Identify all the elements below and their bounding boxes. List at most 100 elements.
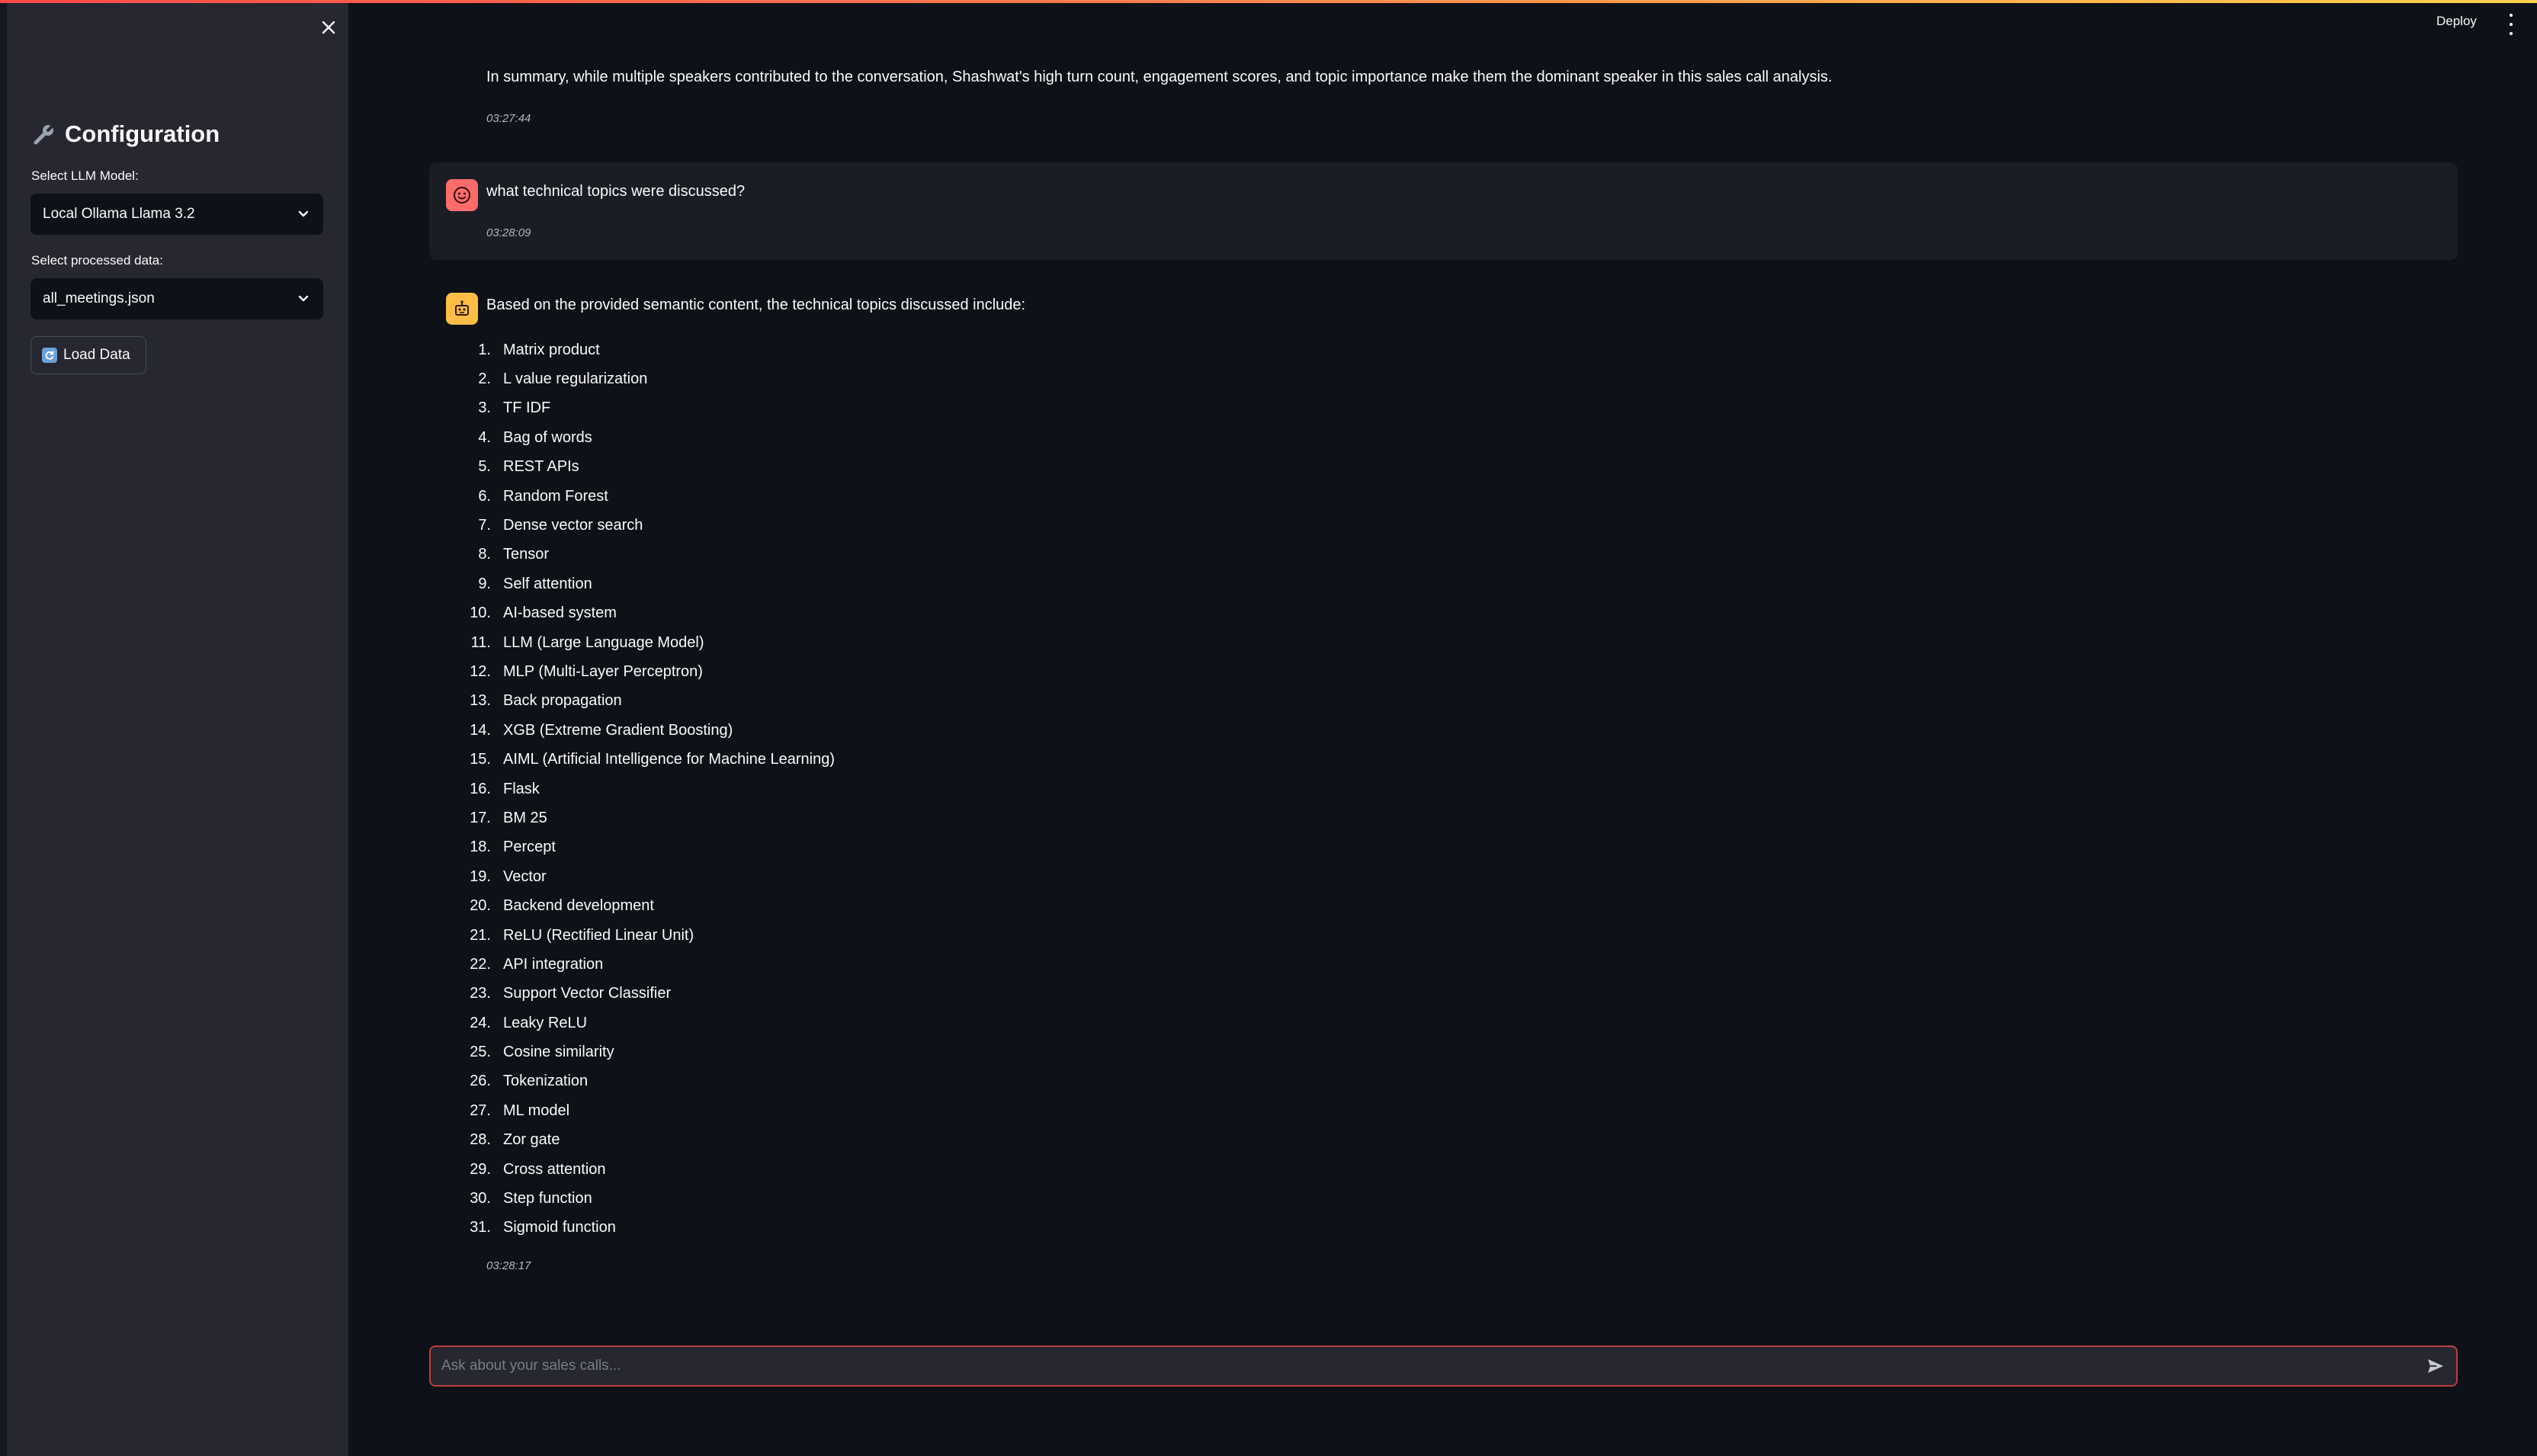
topic-number: 26. (470, 1073, 491, 1090)
topic-number: 22. (470, 955, 491, 973)
topic-number: 23. (470, 985, 491, 1002)
topic-number: 7. (478, 517, 491, 534)
topic-text: API integration (503, 955, 604, 973)
load-data-label: Load Data (63, 347, 130, 363)
topic-number: 6. (478, 487, 491, 505)
data-select[interactable]: all_meetings.json (30, 278, 323, 319)
topic-list-item: 22. API integration (457, 950, 835, 979)
topic-list-item: 27. ML model (457, 1096, 835, 1125)
topic-list-item: 24. Leaky ReLU (457, 1009, 835, 1037)
topic-number: 27. (470, 1102, 491, 1119)
topic-text: Support Vector Classifier (503, 985, 672, 1002)
chat-input[interactable] (440, 1357, 2424, 1375)
user-message-text: what technical topics were discussed? (486, 183, 746, 200)
topic-number: 30. (470, 1190, 491, 1207)
topic-text: XGB (Extreme Gradient Boosting) (503, 721, 733, 739)
topic-list-item: 30. Step function (457, 1184, 835, 1213)
topic-list-item: 31. Sigmoid function (457, 1214, 835, 1243)
model-select[interactable]: Local Ollama Llama 3.2 (30, 194, 323, 235)
topic-list-item: 9. Self attention (457, 569, 835, 598)
previous-message-timestamp: 03:27:44 (486, 112, 531, 125)
assistant-message-timestamp: 03:28:17 (486, 1259, 531, 1272)
topic-text: Cosine similarity (503, 1044, 614, 1061)
chevron-down-icon (298, 210, 309, 217)
previous-message-text: In summary, while multiple speakers cont… (486, 69, 1833, 85)
topic-list-item: 11. LLM (Large Language Model) (457, 628, 835, 657)
sidebar-title-text: Configuration (65, 120, 220, 147)
topic-text: Matrix product (503, 341, 600, 358)
wrench-icon (34, 123, 55, 145)
user-message-timestamp: 03:28:09 (486, 226, 531, 239)
topic-text: REST APIs (503, 458, 579, 476)
topic-text: MLP (Multi-Layer Perceptron) (503, 662, 703, 680)
topic-text: Leaky ReLU (503, 1014, 588, 1031)
topic-number: 2. (478, 370, 491, 388)
user-face-icon (446, 179, 478, 211)
sidebar: Configuration Select LLM Model: Local Ol… (7, 0, 348, 1456)
topic-text: Bag of words (503, 428, 592, 446)
model-select-label: Select LLM Model: (31, 168, 139, 183)
topic-text: L value regularization (503, 370, 648, 388)
load-data-button[interactable]: Load Data (30, 336, 146, 374)
topic-number: 19. (470, 868, 491, 885)
topic-text: Tensor (503, 546, 550, 563)
topic-list-item: 19. Vector (457, 862, 835, 891)
topic-text: LLM (Large Language Model) (503, 633, 704, 651)
topic-list-item: 21. ReLU (Rectified Linear Unit) (457, 921, 835, 950)
topic-list-item: 29. Cross attention (457, 1155, 835, 1184)
topic-number: 14. (470, 721, 491, 739)
topic-text: Random Forest (503, 487, 608, 505)
topic-text: Self attention (503, 575, 592, 592)
kebab-menu-icon[interactable] (2507, 14, 2516, 35)
topic-list-item: 28. Zor gate (457, 1126, 835, 1155)
topic-list-item: 7. Dense vector search (457, 511, 835, 540)
topic-number: 10. (470, 605, 491, 622)
sidebar-title: Configuration (31, 117, 220, 151)
topic-number: 28. (470, 1131, 491, 1149)
user-message (429, 162, 2458, 260)
topic-list-item: 16. Flask (457, 775, 835, 803)
topic-list-item: 1. Matrix product (457, 335, 835, 364)
topic-number: 11. (470, 633, 491, 651)
topic-list-item: 17. BM 25 (457, 803, 835, 832)
chat-input-box (429, 1345, 2458, 1387)
topic-list-item: 2. L value regularization (457, 364, 835, 393)
topic-text: Sigmoid function (503, 1219, 616, 1236)
topic-list-item: 20. Backend development (457, 891, 835, 920)
send-icon (2428, 1359, 2443, 1373)
topic-text: Percept (503, 839, 556, 856)
topic-text: AIML (Artificial Intelligence for Machin… (503, 751, 836, 768)
model-select-value: Local Ollama Llama 3.2 (43, 206, 195, 222)
assistant-intro-text: Based on the provided semantic content, … (486, 297, 1026, 313)
send-button[interactable] (2424, 1355, 2447, 1377)
topic-number: 5. (478, 458, 491, 476)
robot-icon (446, 293, 478, 325)
data-select-label: Select processed data: (31, 253, 163, 268)
topic-text: TF IDF (503, 399, 551, 417)
topic-number: 15. (470, 751, 491, 768)
topic-list-item: 5. REST APIs (457, 453, 835, 482)
topic-list-item: 8. Tensor (457, 540, 835, 569)
refresh-icon (42, 348, 57, 363)
topic-list-item: 25. Cosine similarity (457, 1037, 835, 1066)
topic-list-item: 23. Support Vector Classifier (457, 980, 835, 1009)
close-sidebar-button[interactable] (315, 14, 342, 41)
topic-list-item: 6. Random Forest (457, 482, 835, 511)
topic-list-item: 26. Tokenization (457, 1067, 835, 1096)
close-icon (322, 21, 335, 34)
topic-text: Backend development (503, 897, 654, 915)
topic-list-item: 3. TF IDF (457, 394, 835, 423)
left-edge (0, 0, 7, 1456)
chevron-down-icon (298, 295, 309, 302)
topic-text: Vector (503, 868, 547, 885)
deploy-button[interactable]: Deploy (2436, 14, 2477, 29)
topic-number: 13. (470, 692, 491, 710)
topic-list-item: 12. MLP (Multi-Layer Perceptron) (457, 657, 835, 686)
top-decoration-bar (0, 0, 2537, 3)
topic-list-item: 14. XGB (Extreme Gradient Boosting) (457, 716, 835, 745)
topic-number: 3. (478, 399, 491, 417)
topic-number: 20. (470, 897, 491, 915)
topic-list-item: 15. AIML (Artificial Intelligence for Mac… (457, 745, 835, 774)
topic-number: 21. (470, 926, 491, 944)
topic-text: ReLU (Rectified Linear Unit) (503, 926, 694, 944)
